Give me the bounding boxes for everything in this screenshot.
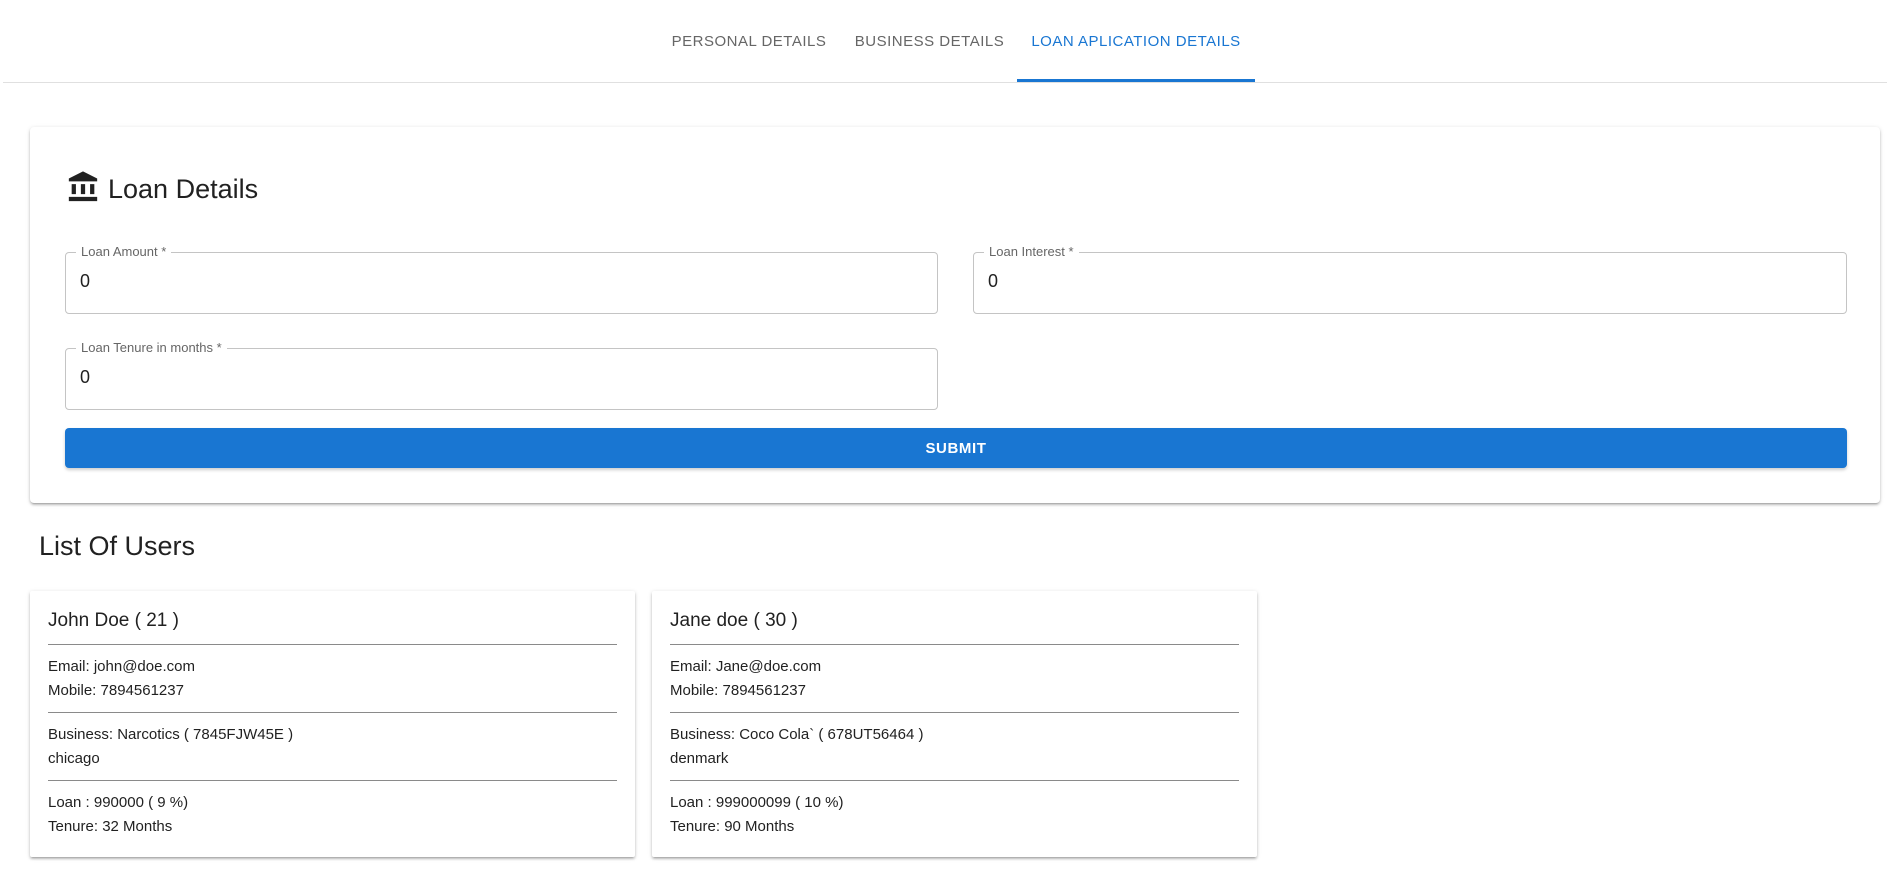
loan-amount-label: Loan Amount * <box>76 244 172 260</box>
loan-details-card: Loan Details Loan Amount * Loan Interest… <box>30 127 1880 503</box>
user-business: Business: Narcotics ( 7845FJW45E ) <box>48 726 294 743</box>
divider <box>48 780 617 781</box>
loan-details-title: Loan Details <box>108 174 259 204</box>
active-tab-indicator <box>1017 79 1255 82</box>
loan-interest-label: Loan Interest * <box>984 244 1079 260</box>
tab-business-details[interactable]: Business Details <box>842 0 1017 83</box>
card-title: Loan Details <box>66 164 258 204</box>
loan-tenure-label: Loan Tenure in months * <box>76 340 227 356</box>
loan-amount-input[interactable] <box>80 271 923 292</box>
divider <box>48 712 617 713</box>
user-tenure: Tenure: 32 Months <box>48 818 173 835</box>
divider <box>670 780 1239 781</box>
loan-interest-input[interactable] <box>988 271 1832 292</box>
loan-interest-field[interactable]: Loan Interest * <box>973 244 1847 314</box>
user-tenure: Tenure: 90 Months <box>670 818 795 835</box>
list-of-users-heading: List Of Users <box>39 531 196 561</box>
tab-personal-details[interactable]: Personal Details <box>656 0 842 83</box>
user-mobile: Mobile: 7894561237 <box>670 682 806 699</box>
user-email: Email: john@doe.com <box>48 658 195 675</box>
tab-loan-application-details[interactable]: Loan Aplication Details <box>1017 0 1255 83</box>
user-location: denmark <box>670 750 729 767</box>
user-card: Jane doe ( 30 ) Email: Jane@doe.com Mobi… <box>652 591 1257 857</box>
user-name: John Doe ( 21 ) <box>48 610 179 631</box>
divider <box>670 712 1239 713</box>
user-location: chicago <box>48 750 100 767</box>
loan-tenure-input[interactable] <box>80 367 923 388</box>
user-mobile: Mobile: 7894561237 <box>48 682 184 699</box>
loan-amount-field[interactable]: Loan Amount * <box>65 244 938 314</box>
submit-button[interactable]: Submit <box>65 428 1847 468</box>
user-email: Email: Jane@doe.com <box>670 658 822 675</box>
loan-tenure-field[interactable]: Loan Tenure in months * <box>65 340 938 410</box>
divider <box>670 644 1239 645</box>
user-business: Business: Coco Cola` ( 678UT56464 ) <box>670 726 924 743</box>
bank-icon <box>68 171 98 202</box>
divider <box>48 644 617 645</box>
user-loan: Loan : 990000 ( 9 %) <box>48 794 189 811</box>
user-card: John Doe ( 21 ) Email: john@doe.com Mobi… <box>30 591 635 857</box>
tab-bar: Personal Details Business Details Loan A… <box>3 0 1887 83</box>
user-name: Jane doe ( 30 ) <box>670 610 798 631</box>
user-loan: Loan : 999000099 ( 10 %) <box>670 794 844 811</box>
